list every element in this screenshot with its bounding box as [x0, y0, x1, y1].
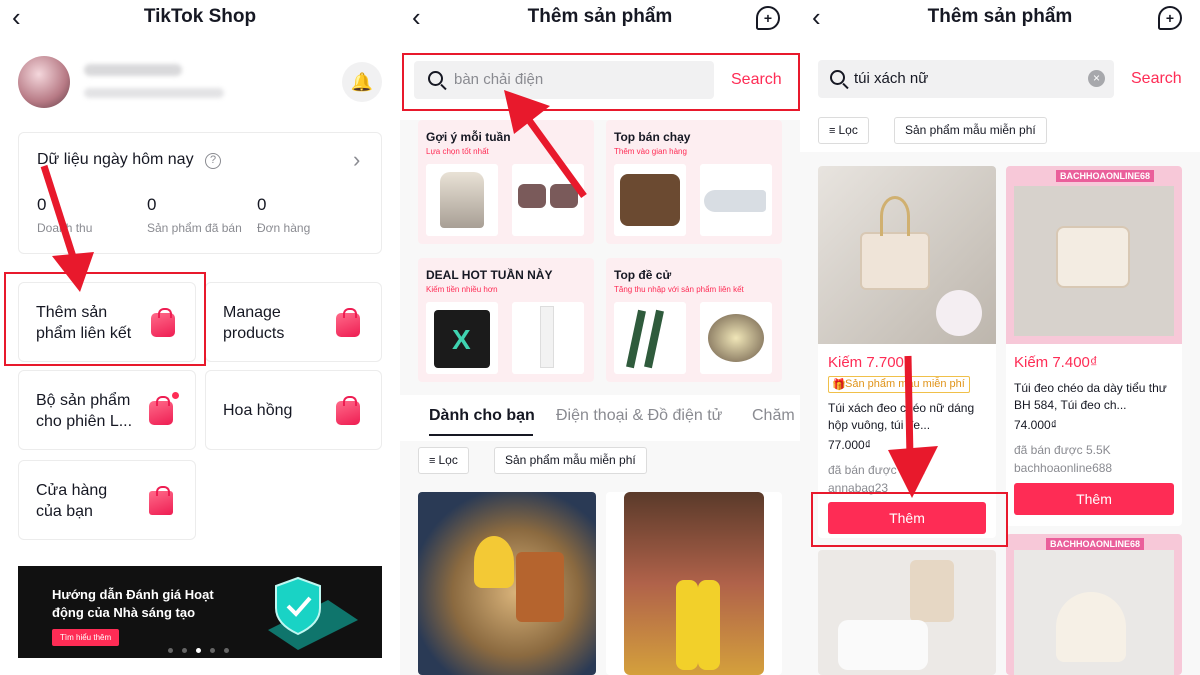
- money-bag-icon: [336, 396, 360, 425]
- category-title: Top đề cử: [614, 268, 672, 282]
- tile-store-label: Cửa hàng của bạn: [36, 482, 108, 520]
- highlight-box-search: [402, 53, 800, 111]
- tile-live-product-set[interactable]: Bộ sản phẩm cho phiên L...: [18, 370, 196, 450]
- category-subtitle: Tăng thu nhập với sản phẩm liên kết: [614, 285, 744, 294]
- avatar[interactable]: [18, 56, 70, 108]
- add-product-results-panel: ‹ Thêm sản phẩm + túi xách nữ × Search ≡…: [800, 0, 1200, 675]
- product-card[interactable]: [818, 550, 996, 675]
- product-image: [818, 166, 996, 344]
- shield-check-icon: [268, 576, 358, 650]
- product-image: [614, 164, 686, 236]
- active-tab-underline: [429, 434, 533, 436]
- search-icon: [830, 70, 845, 85]
- category-subtitle: Lựa chọn tốt nhất: [426, 147, 489, 156]
- creator-rating-banner[interactable]: Hướng dẫn Đánh giá Hoạt động của Nhà sán…: [18, 566, 382, 658]
- category-subtitle: Kiếm tiền nhiều hơn: [426, 285, 498, 294]
- tile-commission-label: Hoa hồng: [223, 402, 293, 419]
- free-sample-chip[interactable]: Sản phẩm mẫu miễn phí: [494, 447, 647, 474]
- category-recommended[interactable]: Top đề cử Tăng thu nhập với sản phẩm liê…: [606, 258, 782, 382]
- category-deal-hot[interactable]: DEAL HOT TUẦN NÀY Kiếm tiền nhiều hơn X: [418, 258, 594, 382]
- product-price: 74.000₫: [1014, 418, 1057, 432]
- product-price: 77.000₫: [828, 438, 871, 452]
- username-blurred: [84, 64, 182, 76]
- tab-care[interactable]: Chăm: [752, 407, 795, 425]
- product-card[interactable]: BACHHOAONLINE68: [1006, 534, 1182, 675]
- tile-manage-products[interactable]: Manage products: [205, 282, 382, 362]
- tab-for-you[interactable]: Dành cho bạn: [429, 407, 535, 425]
- chevron-right-icon[interactable]: ›: [353, 147, 360, 173]
- category-top-selling[interactable]: Top bán chạy Thêm vào gian hàng: [606, 120, 782, 244]
- category-title: DEAL HOT TUẦN NÀY: [426, 268, 553, 282]
- shop-tag: BACHHOAONLINE68: [1056, 170, 1155, 182]
- clear-search-icon[interactable]: ×: [1088, 70, 1105, 87]
- shop-name: bachhoaonline688: [1014, 461, 1113, 475]
- category-subtitle: Thêm vào gian hàng: [614, 147, 687, 156]
- sold-label: Sản phẩm đã bán: [147, 221, 242, 235]
- product-image: X: [426, 302, 498, 374]
- product-set-icon: [149, 396, 173, 425]
- product-image: [910, 560, 954, 622]
- tiktok-shop-panel: ‹ TikTok Shop 🔔 Dữ liệu ngày hôm nay ? ›…: [0, 0, 400, 675]
- tile-manage-label: Manage products: [223, 304, 285, 342]
- add-product-panel: ‹ Thêm sản phẩm + bàn chải điện Search G…: [400, 0, 800, 675]
- filter-button[interactable]: ≡ Lọc: [818, 117, 869, 144]
- product-image: BACHHOAONLINE68: [1006, 166, 1182, 344]
- search-input[interactable]: túi xách nữ ×: [818, 60, 1114, 98]
- search-button[interactable]: Search: [1131, 70, 1182, 88]
- gift-icon: 🎁: [832, 379, 846, 391]
- shop-tag: BACHHOAONLINE68: [1046, 538, 1145, 550]
- banner-title: Hướng dẫn Đánh giá Hoạt động của Nhà sán…: [52, 587, 214, 620]
- product-card[interactable]: BACHHOAONLINE68 Kiếm 7.400₫ Túi đeo chéo…: [1006, 166, 1182, 526]
- filter-button[interactable]: ≡ Lọc: [418, 447, 469, 474]
- sold-value: 0: [147, 195, 157, 214]
- product-image: [700, 164, 772, 236]
- storefront-icon: [149, 486, 173, 515]
- search-value: túi xách nữ: [854, 70, 929, 87]
- notification-bell-icon[interactable]: 🔔: [342, 62, 382, 102]
- category-title: Top bán chạy: [614, 130, 691, 144]
- tile-commission[interactable]: Hoa hồng: [205, 370, 382, 450]
- earn-commission: Kiếm 7.400₫: [1014, 354, 1098, 371]
- product-image: [614, 302, 686, 374]
- filter-label: Lọc: [838, 123, 858, 137]
- product-image: [700, 302, 772, 374]
- annotation-arrow: [40, 164, 94, 292]
- page-title: Thêm sản phẩm: [527, 6, 673, 27]
- tile-live-set-label: Bộ sản phẩm cho phiên L...: [36, 392, 133, 430]
- tile-your-store[interactable]: Cửa hàng của bạn: [18, 460, 196, 540]
- product-image: [512, 302, 584, 374]
- add-link-icon[interactable]: +: [756, 6, 780, 30]
- product-image: [426, 164, 498, 236]
- notification-dot: [171, 391, 180, 400]
- sold-count: đã bán được 5.5K: [1014, 443, 1111, 457]
- product-card[interactable]: [606, 492, 782, 675]
- orders-label: Đơn hàng: [257, 221, 311, 235]
- annotation-arrow: [888, 355, 938, 498]
- page-title: TikTok Shop: [143, 6, 257, 27]
- category-title: Gợi ý mỗi tuần: [426, 130, 511, 144]
- filter-label: Lọc: [438, 453, 458, 467]
- add-product-button[interactable]: Thêm: [1014, 483, 1174, 515]
- shopping-bag-icon: [336, 308, 360, 337]
- info-icon[interactable]: ?: [205, 153, 221, 169]
- product-name: Túi đeo chéo da dày tiểu thư BH 584, Túi…: [1014, 381, 1167, 412]
- page-title: Thêm sản phẩm: [927, 6, 1073, 27]
- orders-value: 0: [257, 195, 267, 214]
- banner-learn-more-button[interactable]: Tìm hiểu thêm: [52, 629, 120, 646]
- annotation-arrow: [504, 90, 587, 199]
- carousel-dots: [168, 648, 238, 654]
- tab-phones-electronics[interactable]: Điện thoại & Đồ điện tử: [556, 407, 722, 425]
- user-id-blurred: [84, 88, 224, 98]
- product-card[interactable]: [418, 492, 596, 675]
- free-sample-chip[interactable]: Sản phẩm mẫu miễn phí: [894, 117, 1047, 144]
- add-link-icon[interactable]: +: [1158, 6, 1182, 30]
